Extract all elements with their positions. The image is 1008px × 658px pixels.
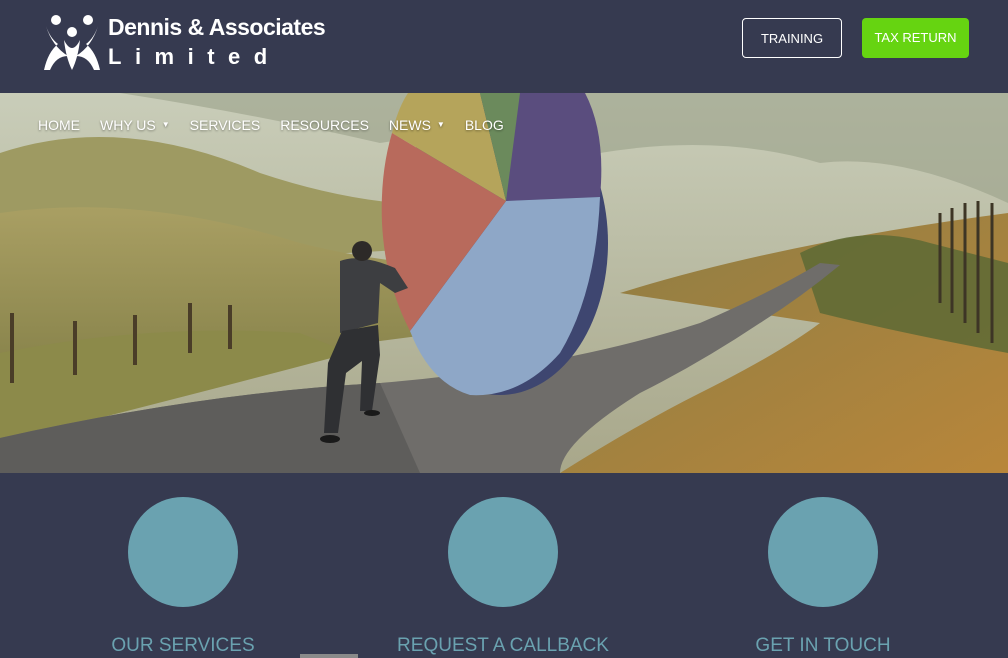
caret-down-icon: ▼ — [161, 120, 170, 129]
nav-item-why-us[interactable]: WHY US ▼ — [100, 115, 170, 135]
hero-banner — [0, 93, 1008, 473]
feature-request-callback[interactable]: REQUEST A CALLBACK — [383, 497, 623, 657]
feature-title: OUR SERVICES — [111, 635, 255, 656]
feature-circle-icon — [128, 497, 238, 607]
feature-our-services[interactable]: OUR SERVICES — [63, 497, 303, 657]
nav-label: SERVICES — [189, 117, 261, 133]
tax-return-button[interactable]: TAX RETURN — [862, 18, 969, 58]
nav-label: BLOG — [464, 117, 504, 133]
brand-name-line1: Dennis & Associates — [108, 14, 326, 40]
nav-label: WHY US — [100, 117, 156, 133]
training-button[interactable]: TRAINING — [742, 18, 842, 58]
feature-title: GET IN TOUCH — [755, 635, 891, 656]
hero-image — [0, 93, 1008, 473]
feature-title: REQUEST A CALLBACK — [397, 635, 609, 656]
nav-item-news[interactable]: NEWS ▼ — [389, 115, 445, 135]
brand-name-line2: Limited — [108, 44, 281, 69]
main-nav: HOME WHY US ▼ SERVICES RESOURCES NEWS ▼ … — [38, 115, 524, 135]
nav-item-blog[interactable]: BLOG — [465, 115, 504, 135]
nav-label: NEWS — [388, 117, 431, 133]
nav-label: HOME — [38, 117, 80, 133]
people-logo-icon — [44, 15, 100, 70]
nav-item-home[interactable]: HOME — [38, 115, 80, 135]
feature-circle-icon — [768, 497, 878, 607]
nav-item-resources[interactable]: RESOURCES — [280, 115, 369, 135]
feature-circle-icon — [448, 497, 558, 607]
nav-item-services[interactable]: SERVICES — [190, 115, 261, 135]
site-header: Dennis & Associates Limited TRAINING TAX… — [0, 0, 1008, 93]
brand-logo[interactable]: Dennis & Associates Limited — [42, 12, 326, 72]
nav-label: RESOURCES — [280, 117, 369, 133]
feature-get-in-touch[interactable]: GET IN TOUCH — [703, 497, 943, 657]
caret-down-icon: ▼ — [436, 120, 445, 129]
scroll-indicator — [300, 654, 358, 658]
